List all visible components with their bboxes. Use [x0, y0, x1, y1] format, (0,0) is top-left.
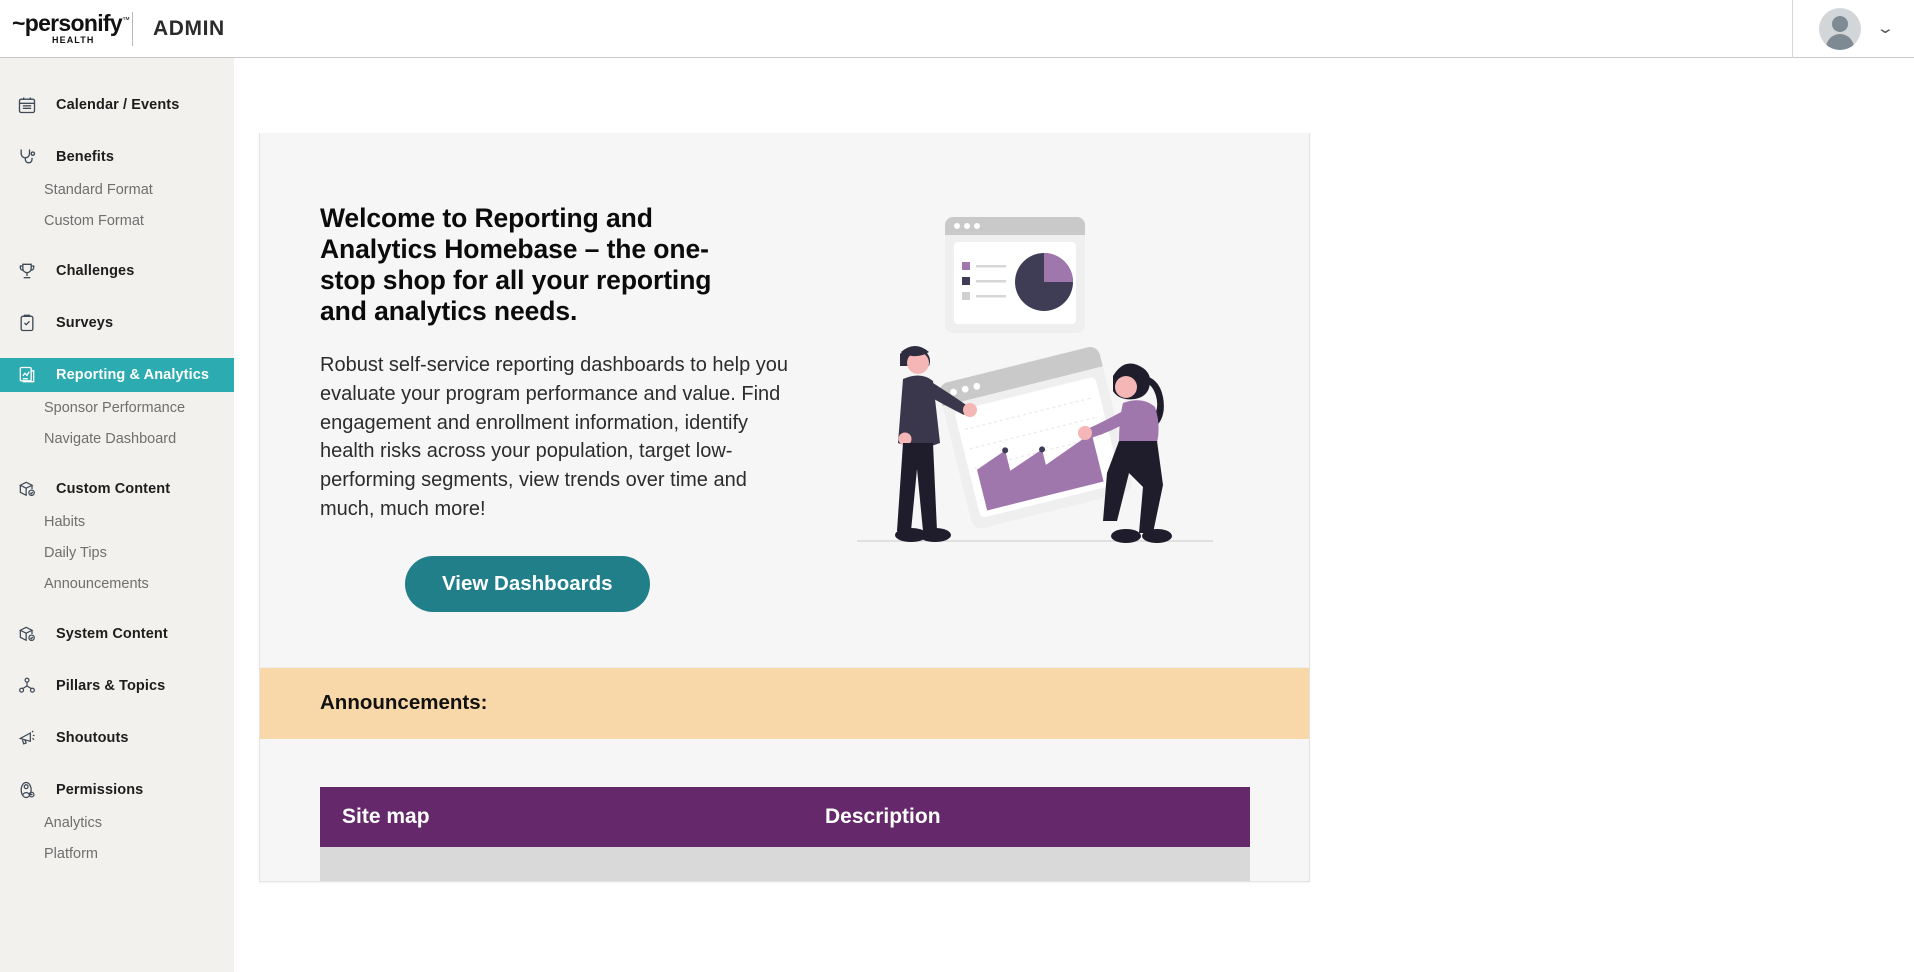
trademark-symbol: ™ — [121, 15, 130, 25]
brand-area[interactable]: ~personify™ HEALTH ADMIN — [0, 0, 225, 58]
sidebar-subitem-label: Custom Format — [44, 212, 144, 229]
admin-title: ADMIN — [153, 16, 225, 40]
clipboard-check-icon — [15, 311, 39, 335]
sidebar-item-label: Permissions — [56, 782, 144, 798]
hero-illustration-column — [760, 203, 1309, 612]
stethoscope-icon — [15, 145, 39, 169]
hero-description: Robust self-service reporting dashboards… — [320, 354, 789, 520]
sitemap-table-head: Site map Description — [320, 786, 1250, 847]
table-cell-site-map — [320, 846, 785, 881]
megaphone-icon — [15, 726, 39, 750]
sidebar-subitem-label: Navigate Dashboard — [44, 430, 177, 447]
sidebar-item-surveys[interactable]: Surveys — [0, 306, 234, 340]
avatar-head-shape — [1832, 15, 1849, 32]
sidebar-item-custom-content[interactable]: Custom Content — [0, 472, 234, 506]
box-check-icon — [15, 622, 39, 646]
hero-text-column: Welcome to Reporting and Analytics Homeb… — [260, 203, 788, 612]
personify-health-logo[interactable]: ~personify™ HEALTH — [12, 9, 130, 49]
avatar-body-shape — [1826, 33, 1855, 50]
sidebar-item-label: Shoutouts — [56, 730, 129, 746]
sidebar-item-navigate-dashboard[interactable]: Navigate Dashboard — [0, 423, 234, 454]
sidebar-item-label: Benefits — [56, 149, 115, 165]
sidebar-subitem-label: Platform — [44, 845, 98, 862]
sidebar-subitem-label: Standard Format — [44, 181, 153, 198]
sitemap-table-wrapper: Site map Description — [260, 739, 1309, 881]
sidebar-item-shoutouts[interactable]: Shoutouts — [0, 721, 234, 755]
chevron-down-icon[interactable]: ⌄ — [1876, 21, 1895, 36]
sidebar-navigation: Calendar / Events Benefits Standard Form… — [0, 58, 234, 972]
announcements-title: Announcements: — [320, 691, 488, 715]
sidebar-item-analytics[interactable]: Analytics — [0, 807, 234, 838]
logo-wordmark: ~personify™ — [12, 10, 130, 36]
column-header-site-map[interactable]: Site map — [320, 786, 785, 847]
sidebar-item-label: Reporting & Analytics — [56, 367, 210, 383]
sidebar-item-sponsor-performance[interactable]: Sponsor Performance — [0, 392, 234, 423]
sidebar-item-daily-tips[interactable]: Daily Tips — [0, 537, 234, 568]
sidebar-item-pillars-topics[interactable]: Pillars & Topics — [0, 669, 234, 703]
sidebar-item-system-content[interactable]: System Content — [0, 617, 234, 651]
table-cell-description — [785, 846, 1250, 881]
sidebar-item-label: Challenges — [56, 263, 135, 279]
sidebar-item-challenges[interactable]: Challenges — [0, 254, 234, 288]
announcements-banner: Announcements: — [260, 666, 1309, 739]
sidebar-item-platform[interactable]: Platform — [0, 838, 234, 869]
user-avatar-icon[interactable] — [1819, 7, 1862, 50]
box-check-icon — [15, 477, 39, 501]
column-header-description[interactable]: Description — [785, 786, 1250, 847]
sitemap-table-body — [320, 846, 1250, 881]
view-dashboards-button[interactable]: View Dashboards — [405, 555, 650, 612]
sidebar-subitem-label: Analytics — [44, 814, 103, 831]
homebase-card: Welcome to Reporting and Analytics Homeb… — [259, 133, 1310, 882]
top-header-bar: ~personify™ HEALTH ADMIN ⌄ — [0, 0, 1914, 58]
header-right-area: ⌄ — [1792, 0, 1914, 58]
sidebar-item-habits[interactable]: Habits — [0, 506, 234, 537]
sidebar-item-label: Surveys — [56, 315, 114, 331]
main-content-area: Welcome to Reporting and Analytics Homeb… — [234, 58, 1914, 972]
hero-section: Welcome to Reporting and Analytics Homeb… — [260, 133, 1309, 667]
sidebar-item-custom-format[interactable]: Custom Format — [0, 205, 234, 236]
brand-divider — [132, 11, 133, 46]
illustration-svg — [856, 217, 1213, 543]
table-row[interactable] — [320, 846, 1250, 881]
page-title: Welcome to Reporting and Analytics Homeb… — [320, 203, 712, 326]
sidebar-item-calendar-events[interactable]: Calendar / Events — [0, 88, 234, 122]
sidebar-item-benefits[interactable]: Benefits — [0, 140, 234, 174]
hierarchy-icon — [15, 674, 39, 698]
sitemap-table: Site map Description — [320, 786, 1250, 881]
sidebar-item-label: Custom Content — [56, 481, 171, 497]
logo-subtext: HEALTH — [52, 35, 95, 45]
sidebar-item-announcements[interactable]: Announcements — [0, 568, 234, 599]
sidebar-subitem-label: Daily Tips — [44, 544, 107, 561]
table-header-row: Site map Description — [320, 786, 1250, 847]
sidebar-item-standard-format[interactable]: Standard Format — [0, 174, 234, 205]
people-with-dashboard-illustration — [845, 211, 1225, 571]
sidebar-subitem-label: Habits — [44, 513, 86, 530]
sidebar-subitem-label: Sponsor Performance — [44, 399, 186, 416]
sidebar-item-label: System Content — [56, 626, 168, 642]
sidebar-item-permissions[interactable]: Permissions — [0, 773, 234, 807]
sidebar-item-label: Calendar / Events — [56, 97, 180, 113]
user-lock-icon — [15, 778, 39, 802]
sidebar-subitem-label: Announcements — [44, 575, 149, 592]
header-divider — [1792, 0, 1794, 58]
calendar-icon — [15, 93, 39, 117]
trophy-icon — [15, 259, 39, 283]
sidebar-item-label: Pillars & Topics — [56, 678, 166, 694]
report-chart-icon — [15, 363, 39, 387]
sidebar-item-reporting-analytics[interactable]: Reporting & Analytics — [0, 358, 234, 392]
